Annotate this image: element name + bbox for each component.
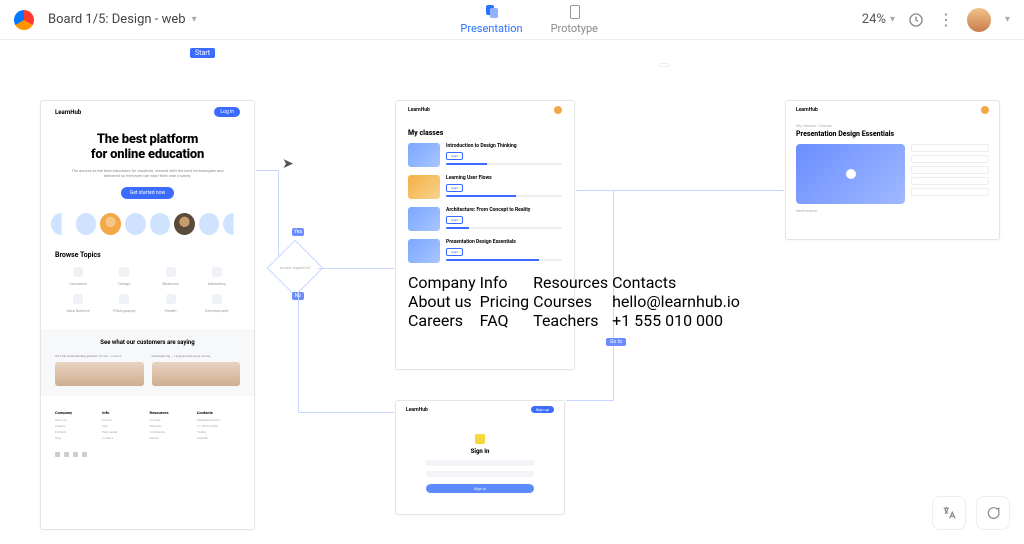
hero-cta-button[interactable]: Get started now: [121, 187, 174, 199]
top-toolbar: Board 1/5: Design - web ▾ Presentation P…: [0, 0, 1024, 40]
topic-item[interactable]: Health: [148, 294, 194, 313]
signup-button[interactable]: Sign up: [531, 406, 554, 413]
mode-prototype[interactable]: Prototype: [551, 5, 598, 35]
class-row[interactable]: Presentation Design EssentialsOpen: [408, 239, 562, 263]
course-title: Presentation Design Essentials: [796, 130, 989, 138]
topic-item[interactable]: Photography: [101, 294, 147, 313]
canvas-tools: [932, 496, 1010, 530]
lesson-row[interactable]: [911, 144, 989, 152]
app-logo-icon[interactable]: [14, 10, 34, 30]
mode-presentation[interactable]: Presentation: [460, 5, 522, 35]
page-title: My classes: [408, 129, 562, 137]
topic-item[interactable]: Data Science: [55, 294, 101, 313]
testimonials-heading: See what our customers are saying: [55, 339, 240, 346]
signin-title: Sign In: [396, 448, 564, 455]
screen-sign-in[interactable]: LearnHub Sign up Sign In Sign in: [395, 400, 565, 515]
lesson-row[interactable]: [911, 177, 989, 185]
screen-my-classes[interactable]: LearnHub My classes Introduction to Desi…: [395, 100, 575, 370]
mode-switch: Presentation Prototype: [197, 5, 862, 35]
flow-wire: [256, 170, 278, 171]
login-button[interactable]: Log in: [214, 107, 240, 117]
zoom-dropdown[interactable]: 24% ▾: [862, 12, 895, 27]
topic-item[interactable]: Business: [148, 267, 194, 286]
signin-button[interactable]: Sign in: [426, 484, 534, 493]
topics-grid: Computer Design Business Marketing Data …: [55, 267, 240, 313]
lesson-row[interactable]: [911, 188, 989, 196]
toolbar-right: 24% ▾ ⋮ ▾: [862, 8, 1010, 32]
mode-presentation-label: Presentation: [460, 22, 522, 35]
chevron-down-icon: ▾: [1005, 14, 1010, 25]
testimonials-section: See what our customers are saying It's a…: [41, 329, 254, 396]
flow-start-tag[interactable]: Start: [190, 48, 215, 58]
footer: CompanyAbout usCareersPartnersBlog InfoP…: [55, 410, 240, 457]
browse-heading: Browse Topics: [55, 251, 240, 259]
topic-item[interactable]: Computer: [55, 267, 101, 286]
flow-wire: [278, 170, 279, 260]
flow-wire: [566, 400, 614, 401]
zoom-value: 24%: [862, 12, 886, 27]
chevron-down-icon: ▾: [890, 14, 895, 25]
class-row[interactable]: Architecture: From Concept to RealityOpe…: [408, 207, 562, 231]
next-lesson-label: Next lesson: [796, 208, 989, 214]
flow-port-goto[interactable]: Go to: [606, 338, 626, 346]
user-avatar-icon[interactable]: [981, 106, 989, 114]
screen-landing[interactable]: LearnHub Log in The best platformfor onl…: [40, 100, 255, 530]
video-player[interactable]: [796, 144, 905, 204]
screen-nav: LearnHub Log in: [41, 101, 254, 123]
topic-item[interactable]: Development: [194, 294, 240, 313]
lesson-row[interactable]: [911, 155, 989, 163]
brand-text: LearnHub: [796, 107, 818, 113]
flow-wire: [318, 268, 394, 269]
lesson-list: [911, 144, 989, 204]
user-avatar-icon[interactable]: [554, 106, 562, 114]
class-list: Introduction to Design ThinkingOpen Lear…: [408, 143, 562, 263]
flow-port-yes[interactable]: Yes: [292, 228, 304, 236]
breadcrumb[interactable]: My classes › Course: [796, 123, 989, 128]
flow-decision-node[interactable]: Is user signed in?: [267, 240, 324, 297]
presentation-icon: [482, 5, 500, 19]
hero-heading: The best platformfor online education: [41, 133, 254, 163]
testimonial-card: It's a full understanding platform for m…: [55, 354, 144, 386]
user-avatar[interactable]: [967, 8, 991, 32]
hero-subtext: The access to the best educators for stu…: [63, 168, 232, 179]
wave-icon: [475, 434, 485, 444]
flow-wire: [576, 190, 784, 191]
screen-course-detail[interactable]: LearnHub My classes › Course Presentatio…: [785, 100, 1000, 240]
board-title-dropdown[interactable]: Board 1/5: Design - web ▾: [48, 12, 197, 27]
testimonial-card: Great learning — I enjoyed here every co…: [152, 354, 241, 386]
password-field[interactable]: [426, 471, 534, 477]
class-row[interactable]: Learning User FlowsOpen: [408, 175, 562, 199]
topic-item[interactable]: Marketing: [194, 267, 240, 286]
email-field[interactable]: [426, 460, 534, 466]
history-icon[interactable]: [907, 11, 925, 29]
class-row[interactable]: Introduction to Design ThinkingOpen: [408, 143, 562, 167]
brand-text: LearnHub: [55, 109, 81, 116]
prototype-canvas[interactable]: Start ➤ Is user signed in? Yes No Go to …: [0, 40, 1024, 544]
hero-avatars: [51, 213, 244, 235]
brand-text: LearnHub: [406, 407, 428, 413]
translate-icon[interactable]: [932, 496, 966, 530]
comments-icon[interactable]: [976, 496, 1010, 530]
lesson-row[interactable]: [911, 166, 989, 174]
topic-item[interactable]: Design: [101, 267, 147, 286]
prototype-icon: [565, 5, 583, 19]
flow-wire: [298, 292, 299, 412]
mode-prototype-label: Prototype: [551, 22, 598, 35]
canvas-cursor-icon: ➤: [282, 156, 294, 172]
social-icons: [55, 452, 240, 457]
more-vertical-icon[interactable]: ⋮: [937, 11, 955, 29]
board-title-text: Board 1/5: Design - web: [48, 12, 186, 27]
frame-placeholder: [658, 63, 670, 67]
flow-wire: [298, 412, 394, 413]
brand-text: LearnHub: [408, 107, 430, 113]
